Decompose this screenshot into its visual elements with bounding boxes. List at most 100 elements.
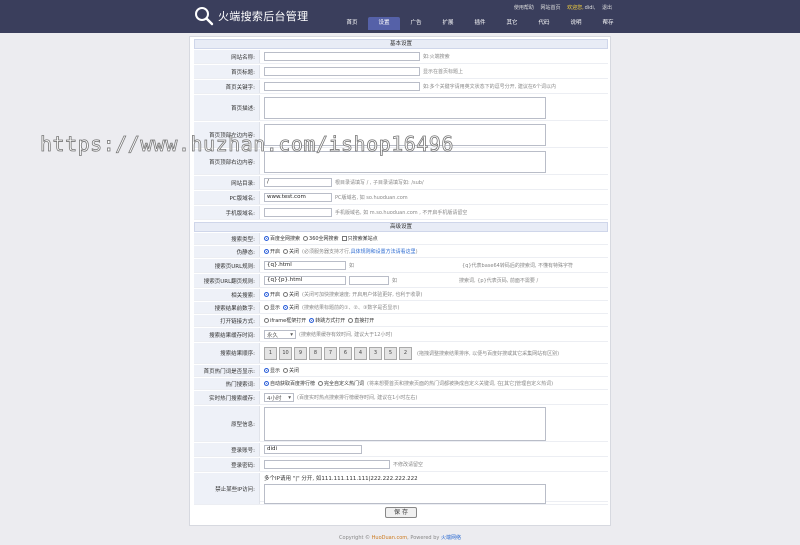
search-type-site-checkbox[interactable] (341, 236, 347, 241)
sort-item[interactable]: 8 (309, 346, 322, 360)
label-hot-show: 首页热门词是否显示: (194, 365, 260, 376)
row-m-domain: 手机版域名: 手机版域名, 如 m.so.huoduan.com , 不开启手机… (194, 206, 608, 220)
open-mode-direct-label: 直接打开 (354, 318, 375, 324)
help-link[interactable]: 使用帮助 (514, 5, 534, 11)
home-title-hint: 显示在首页标题上 (423, 69, 464, 75)
row-site-dir: 网站目录: / 根目录请填写 / , 子目录请填写如: /sub/ (194, 176, 608, 190)
label-site-dir: 网站目录: (194, 176, 260, 189)
label-login-user: 登录账号: (194, 443, 260, 456)
row-hot-words: 热门搜索词: 自动获取百度排行榜 完全自定义热门词 (将来想要首页和搜索页面的热… (194, 378, 608, 390)
label-head-left: 首页顶部左边内容: (194, 122, 260, 147)
search-url-input[interactable]: {q}.html (264, 261, 346, 270)
pseudo-static-on-label: 开启 (270, 249, 281, 255)
label-result-count: 搜索结果前数字: (194, 302, 260, 313)
sort-item[interactable]: 7 (324, 346, 337, 360)
sort-item[interactable]: 6 (339, 346, 352, 360)
site-name-input[interactable] (264, 52, 420, 61)
related-off-radio[interactable] (283, 292, 289, 297)
result-count-off-radio[interactable] (283, 305, 289, 310)
nav-settings[interactable]: 设置 (368, 17, 400, 30)
row-search-type: 搜索类型: 百度全网搜索 360全网搜索 只搜索某站点 (194, 233, 608, 245)
row-open-mode: 打开链接方式: iframe框架打开 转跳方式打开 直接打开 (194, 315, 608, 327)
chevron-down-icon: ▾ (290, 331, 293, 338)
sort-item[interactable]: 2 (399, 346, 412, 360)
top-header: 火端搜索后台管理 使用帮助 网站首页 欢迎您,didi, 退出 首页 设置 广告… (0, 0, 800, 33)
head-left-textarea[interactable] (264, 123, 546, 146)
search-url-page-input[interactable]: {q}{p}.html (264, 276, 346, 285)
open-mode-iframe-radio[interactable] (264, 318, 269, 323)
footer-brand-link[interactable]: 火端网络 (441, 535, 461, 541)
label-search-url-page: 搜索页URL翻页规则: (194, 274, 260, 287)
sort-item[interactable]: 4 (354, 346, 367, 360)
result-count-show-label: 显示 (270, 305, 281, 311)
welcome-text: 欢迎您, (567, 5, 584, 11)
nav-other[interactable]: 其它 (496, 17, 528, 30)
cache-time-select[interactable]: 永久 ▾ (264, 330, 296, 339)
open-mode-jump-radio[interactable] (309, 318, 315, 323)
nav-cache[interactable]: 帮存 (592, 17, 624, 30)
m-domain-input[interactable] (264, 208, 332, 217)
logo[interactable]: 火端搜索后台管理 (194, 6, 308, 26)
ban-ip-textarea[interactable] (264, 483, 546, 504)
sort-item[interactable]: 3 (369, 346, 382, 360)
label-related: 相关搜索: (194, 289, 260, 300)
related-on-radio[interactable] (264, 292, 269, 297)
chevron-down-icon: ▾ (288, 394, 291, 401)
head-right-textarea[interactable] (264, 150, 546, 173)
home-title-input[interactable] (264, 67, 420, 76)
open-mode-direct-radio[interactable] (348, 318, 354, 323)
pseudo-static-off-label: 关闭 (289, 249, 300, 255)
search-url-mid: 如 (349, 263, 355, 269)
save-button[interactable]: 保 存 (385, 507, 417, 518)
nav-code[interactable]: 代码 (528, 17, 560, 30)
home-link[interactable]: 网站首页 (540, 5, 560, 11)
result-count-show-radio[interactable] (264, 305, 269, 310)
login-pass-input[interactable] (264, 460, 390, 469)
result-count-off-label: 关闭 (289, 305, 300, 311)
hot-show-on-radio[interactable] (264, 368, 269, 373)
pseudo-static-on-radio[interactable] (264, 249, 269, 254)
nav-home[interactable]: 首页 (336, 17, 368, 30)
hot-words-custom-radio[interactable] (318, 381, 324, 386)
hot-show-off-radio[interactable] (283, 368, 289, 373)
nav-docs[interactable]: 说明 (560, 17, 592, 30)
pc-domain-input[interactable]: www.test.com (264, 193, 332, 202)
site-dir-input[interactable]: / (264, 178, 332, 187)
main-nav: 首页 设置 广告 扩展 插件 其它 代码 说明 帮存 (336, 17, 624, 30)
sort-item[interactable]: 1 (264, 346, 277, 360)
search-logo-icon (195, 7, 214, 26)
realtime-cache-select[interactable]: 4小时 ▾ (264, 393, 294, 402)
logout-link[interactable]: 退出 (602, 5, 612, 11)
sort-item[interactable]: 5 (384, 346, 397, 360)
realtime-cache-value: 4小时 (267, 395, 282, 402)
hot-words-hint: (将来想要首页和搜索页面的热门词都被换成自定义关键词, 在[其它]管理自定义热词… (367, 381, 554, 387)
site-dir-hint: 根目录请填写 / , 子目录请填写如: /sub/ (335, 180, 424, 186)
stats-textarea[interactable] (264, 406, 546, 441)
hot-words-auto-radio[interactable] (264, 381, 269, 386)
row-search-url: 搜索页URL规则: {q}.html 如 {q}代表base64转码后的搜索词, 不… (194, 259, 608, 273)
label-realtime-cache: 实时热门搜索缓存: (194, 391, 260, 404)
search-url-hint: {q}代表base64转码后的搜索词, 不懂有特殊字符 (462, 263, 574, 269)
nav-ads[interactable]: 广告 (400, 17, 432, 30)
label-site-name: 网站名称: (194, 50, 260, 63)
cache-time-hint: (搜索结果缓存有效时间, 建议大于12小时) (299, 332, 393, 338)
footer-site-link[interactable]: HuoDuan.com (372, 535, 408, 541)
label-open-mode: 打开链接方式: (194, 315, 260, 326)
m-domain-hint: 手机版域名, 如 m.so.huoduan.com , 不开启手机版请留空 (335, 210, 468, 216)
pseudo-static-hint: (必须服务器支持才行, (302, 249, 351, 255)
home-keywords-input[interactable] (264, 82, 420, 91)
nav-plugins[interactable]: 插件 (464, 17, 496, 30)
related-hint: (关闭可加快搜索速度; 开启用户体验更好, 也利于收录) (302, 292, 423, 298)
home-desc-textarea[interactable] (264, 96, 546, 119)
row-pseudo-static: 伪静态: 开启 关闭 (必须服务器支持才行, 具体规则和设置方法请看这里) (194, 246, 608, 258)
login-user-input[interactable]: didi (264, 445, 362, 454)
nav-extend[interactable]: 扩展 (432, 17, 464, 30)
pseudo-static-off-radio[interactable] (283, 249, 289, 254)
row-cache-time: 搜索结果缓存时间: 永久 ▾ (搜索结果缓存有效时间, 建议大于12小时) (194, 328, 608, 342)
sort-item[interactable]: 10 (279, 346, 292, 360)
pseudo-static-rules-link[interactable]: 具体规则和设置方法请看这里 (351, 248, 416, 255)
sort-item[interactable]: 9 (294, 346, 307, 360)
search-type-360-radio[interactable] (303, 236, 309, 241)
search-type-baidu-radio[interactable] (264, 236, 269, 241)
user-name: didi, (584, 5, 596, 11)
